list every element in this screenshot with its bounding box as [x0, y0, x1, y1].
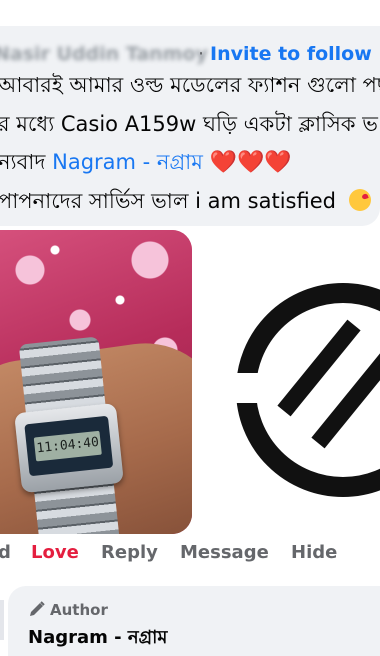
- thanks-text: ন্যবাদ: [0, 150, 46, 174]
- author-badge-label: Author: [50, 601, 108, 619]
- hide-button[interactable]: Hide: [291, 540, 337, 566]
- comment-header: Nasir Uddin Tanmoy · Invite to follow: [0, 40, 380, 68]
- comment-text-line-4: পাপনাদের সার্ভিস ভাল i am satisfied: [0, 186, 380, 216]
- mention-link[interactable]: Nagram - নগ্রাম: [52, 150, 203, 174]
- message-button[interactable]: Message: [180, 540, 269, 566]
- casio-watch: 11:04:40: [14, 402, 124, 494]
- comment-photo[interactable]: 11:04:40: [0, 230, 192, 534]
- comment-text-line-1: আবারই আমার ওল্ড মডেলের ফ্যাশন গুলো পছ: [0, 73, 380, 97]
- hearts-emoji: ❤️❤️❤️: [209, 150, 292, 175]
- like-button[interactable]: d: [0, 540, 11, 566]
- comment-author-name[interactable]: Nasir Uddin Tanmoy: [0, 40, 208, 68]
- watch-face: 11:04:40: [24, 415, 114, 477]
- comment-text-line-3: ন্যবাদ Nagram - নগ্রাম ❤️❤️❤️: [0, 147, 380, 178]
- reply-button[interactable]: Reply: [101, 540, 158, 566]
- brand-logo-icon: [236, 283, 380, 497]
- comment-text-line-2: র মধ্যে Casio A159w ঘড়ি একটা ক্লাসিক ভ: [0, 112, 378, 136]
- satisfied-text: পাপনাদের সার্ভিস ভাল i am satisfied: [0, 189, 336, 213]
- author-reply-bubble: Author Nagram - নগ্রাম: [8, 586, 380, 656]
- invite-to-follow-link[interactable]: Invite to follow: [210, 40, 372, 68]
- comment-actions: d Love Reply Message Hide: [0, 540, 380, 566]
- watch-lcd-display: 11:04:40: [33, 430, 102, 462]
- separator-dot: ·: [198, 43, 205, 65]
- kiss-emoji-icon: [348, 189, 371, 211]
- thread-connector: [0, 600, 4, 640]
- reply-author-name[interactable]: Nagram - নগ্রাম: [28, 626, 167, 650]
- pencil-icon: [30, 601, 45, 616]
- love-reaction-button[interactable]: Love: [31, 540, 79, 566]
- author-badge: Author: [28, 600, 108, 620]
